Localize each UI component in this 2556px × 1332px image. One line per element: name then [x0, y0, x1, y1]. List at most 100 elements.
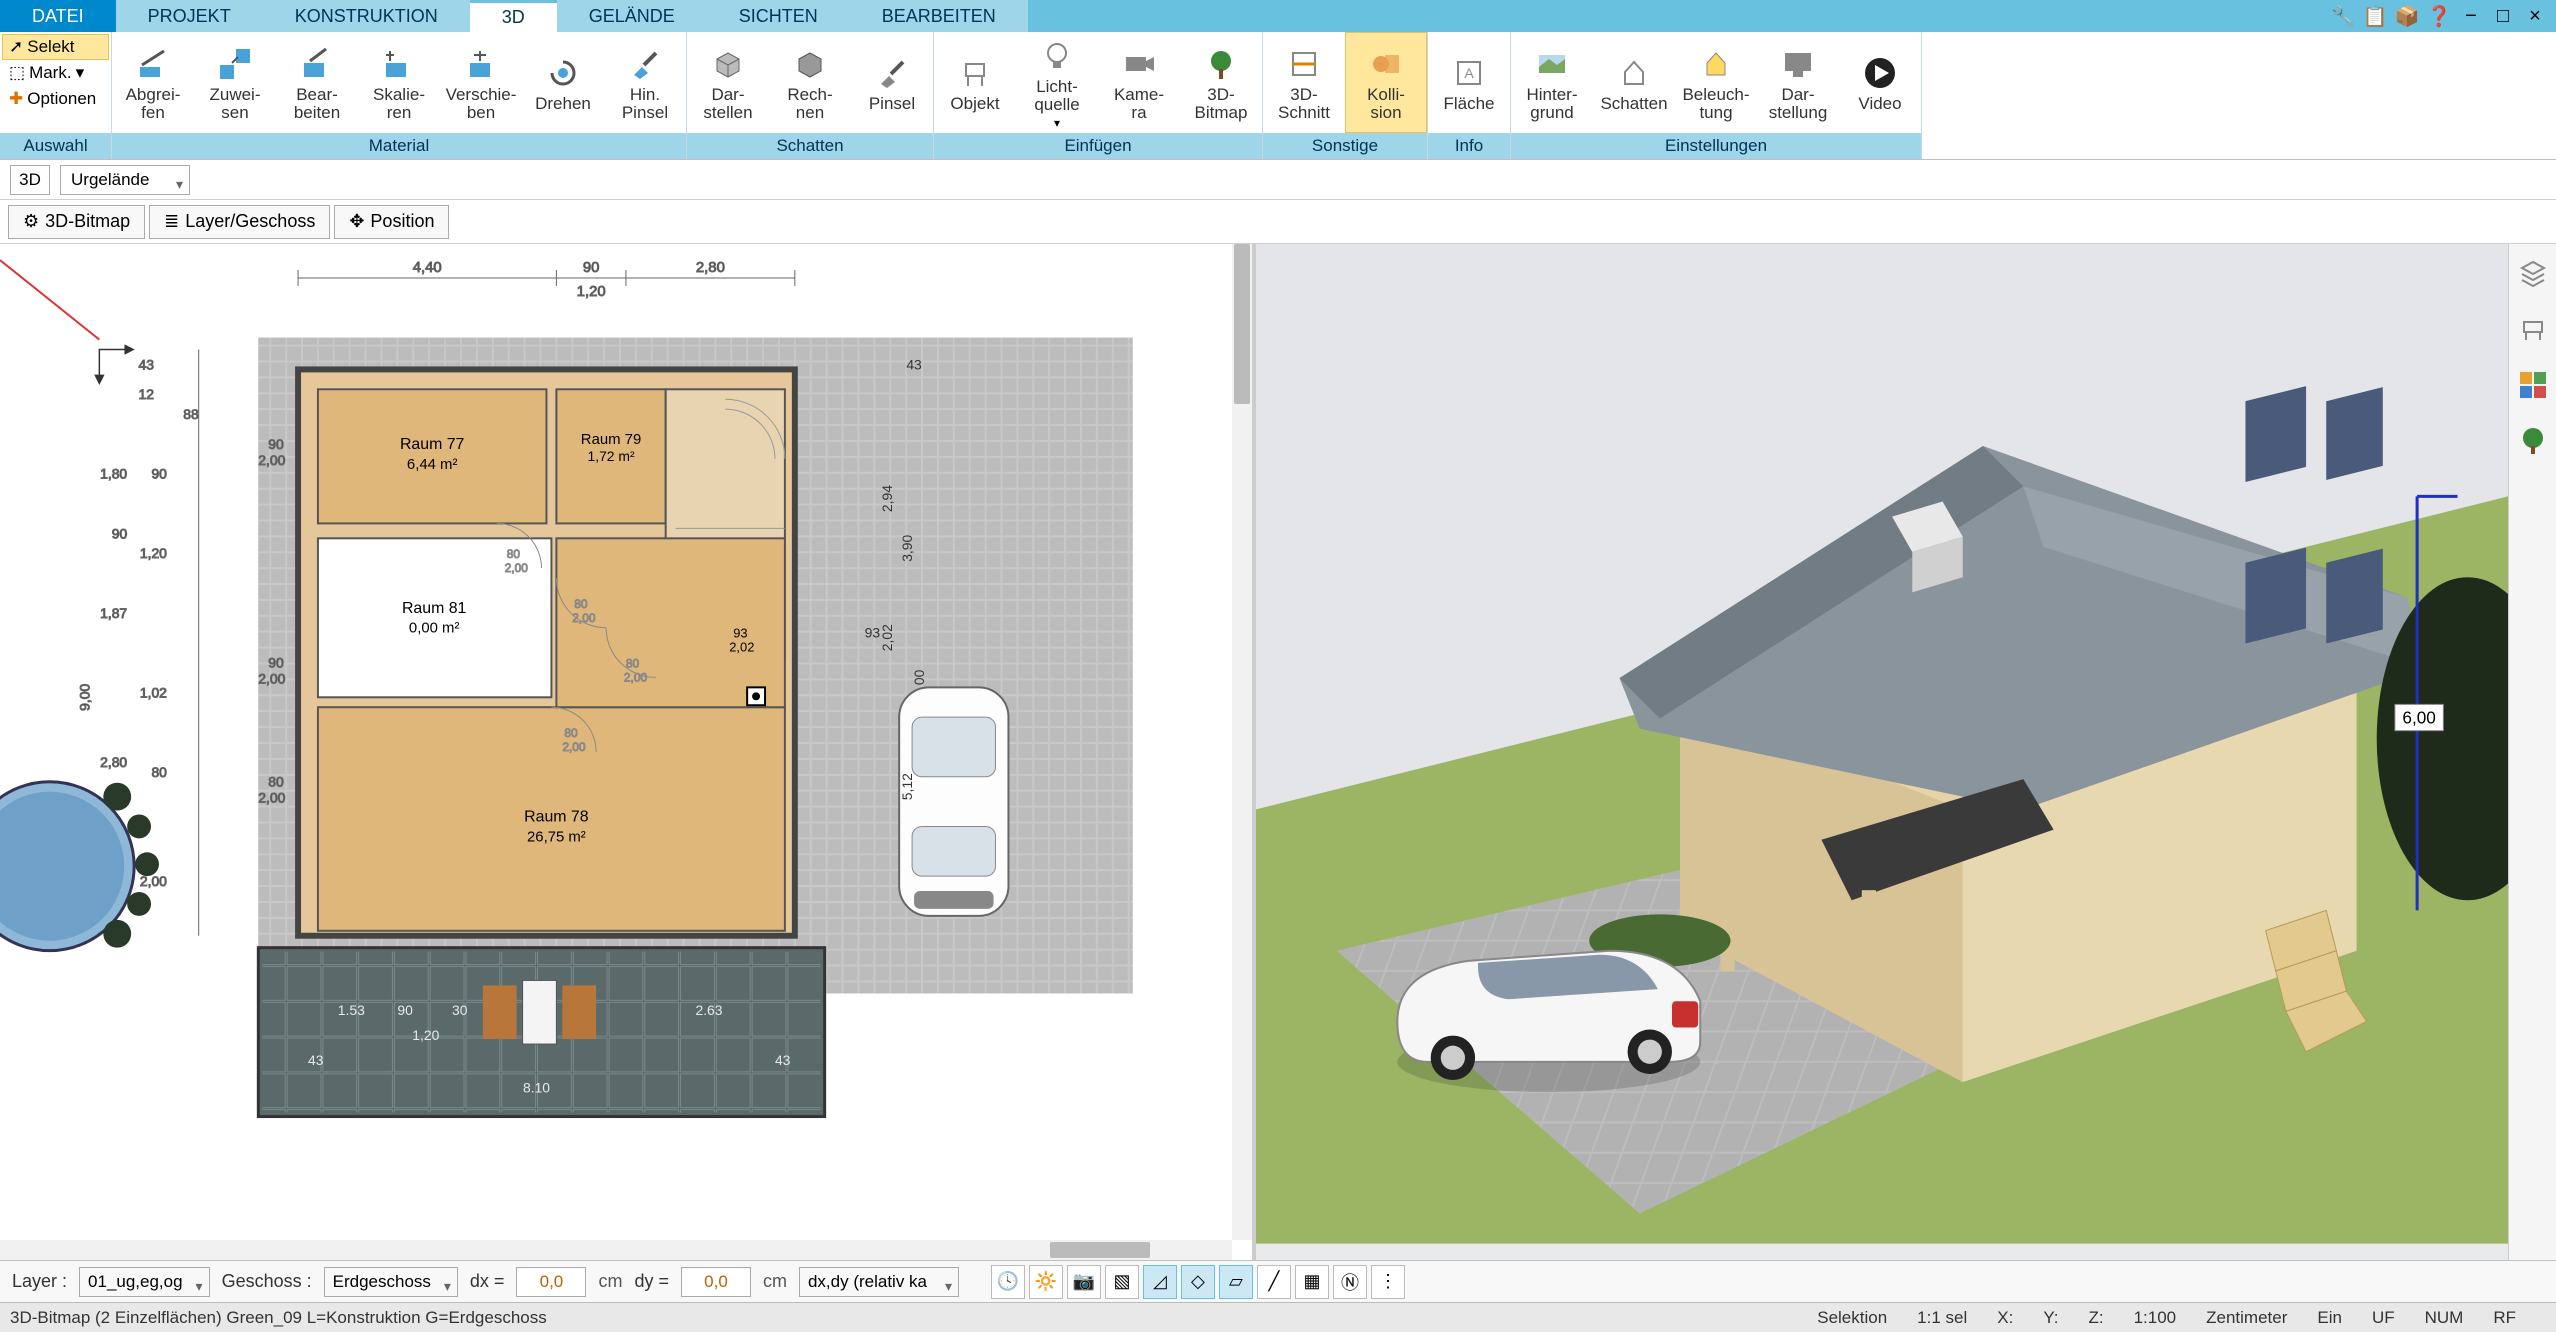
svg-text:1,20: 1,20	[577, 284, 606, 300]
optionen-button[interactable]: ✚Optionen	[2, 86, 109, 112]
more-icon[interactable]: ⋮	[1371, 1265, 1405, 1299]
layers-toggle-icon[interactable]: ▧	[1105, 1265, 1139, 1299]
svg-text:43: 43	[906, 356, 922, 372]
bottom-toolbar: Layer : 01_ug,eg,og Geschoss : Erdgescho…	[0, 1260, 2556, 1302]
camera-snap-icon[interactable]: 📷	[1067, 1265, 1101, 1299]
darstellung-button[interactable]: Dar-stellung	[1757, 32, 1839, 133]
status-x: X:	[1997, 1308, 2013, 1328]
menu-tab-bearbeiten[interactable]: BEARBEITEN	[850, 0, 1028, 32]
menu-tab-sichten[interactable]: SICHTEN	[707, 0, 850, 32]
svg-text:90: 90	[268, 654, 284, 670]
layer-geschoss-option[interactable]: ≣Layer/Geschoss	[149, 205, 330, 239]
3d-bitmap-option[interactable]: ⚙3D-Bitmap	[8, 205, 145, 239]
abgreifen-button[interactable]: Abgrei-fen	[112, 32, 194, 133]
snap-edge-icon[interactable]: ╱	[1257, 1265, 1291, 1299]
flaeche-button[interactable]: AFläche	[1428, 32, 1510, 133]
status-z: Z:	[2088, 1308, 2103, 1328]
scrollbar-horizontal[interactable]	[0, 1240, 1232, 1260]
svg-text:Raum 78: Raum 78	[524, 808, 589, 825]
verschieben-button[interactable]: Verschie-ben	[440, 32, 522, 133]
svg-text:43: 43	[308, 1052, 324, 1068]
svg-text:2,00: 2,00	[258, 790, 285, 806]
schatten-einst-button[interactable]: Schatten	[1593, 32, 1675, 133]
menu-tab-projekt[interactable]: PROJEKT	[116, 0, 263, 32]
shadow-house-icon	[1614, 53, 1654, 93]
svg-text:80: 80	[507, 547, 521, 561]
floorplan-viewport[interactable]: 4,40 90 1,20 2,80 Raum 77 6,44 m² Raum 7…	[0, 244, 1256, 1260]
svg-text:80: 80	[626, 656, 640, 670]
svg-text:00: 00	[911, 669, 927, 685]
zuweisen-button[interactable]: Zuwei-sen	[194, 32, 276, 133]
box-icon[interactable]: 📦	[2394, 3, 2420, 29]
drehen-button[interactable]: Drehen	[522, 32, 604, 133]
mode-3d-badge[interactable]: 3D	[10, 165, 50, 195]
menu-tab-datei[interactable]: DATEI	[0, 0, 116, 32]
clock-icon[interactable]: 🕓	[991, 1265, 1025, 1299]
svg-text:8.10: 8.10	[523, 1080, 550, 1096]
geschoss-dropdown[interactable]: Erdgeschoss	[324, 1267, 458, 1297]
furniture-panel-icon[interactable]	[2516, 312, 2550, 346]
plus-icon: ✚	[9, 89, 23, 109]
scrollbar-vertical[interactable]	[1232, 244, 1252, 1240]
svg-text:2,80: 2,80	[696, 260, 725, 276]
snap-angle-icon[interactable]: ◿	[1143, 1265, 1177, 1299]
sun-icon[interactable]: 🔆	[1029, 1265, 1063, 1299]
kollision-button[interactable]: Kolli-sion	[1345, 32, 1427, 133]
cube-icon	[708, 44, 748, 84]
tool-icon[interactable]: 🔧	[2330, 3, 2356, 29]
grid-icon[interactable]: ▦	[1295, 1265, 1329, 1299]
kamera-button[interactable]: Kame-ra	[1098, 32, 1180, 133]
dx-input[interactable]	[516, 1267, 586, 1297]
coord-mode-dropdown[interactable]: dx,dy (relativ ka	[799, 1267, 959, 1297]
selekt-button[interactable]: ➚Selekt	[2, 34, 109, 60]
maximize-icon[interactable]: □	[2490, 3, 2516, 29]
pinsel-button[interactable]: Pinsel	[851, 32, 933, 133]
tree-icon	[1201, 44, 1241, 84]
camera-icon	[1119, 44, 1159, 84]
svg-text:2,00: 2,00	[562, 740, 586, 754]
ribbon: ➚Selekt ⬚Mark.▾ ✚Optionen Auswahl Abgrei…	[0, 32, 2556, 160]
bearbeiten-button[interactable]: Bear-beiten	[276, 32, 358, 133]
svg-text:43: 43	[775, 1052, 791, 1068]
3d-bitmap-button[interactable]: 3D-Bitmap	[1180, 32, 1262, 133]
dy-input[interactable]	[681, 1267, 751, 1297]
hinpinsel-button[interactable]: Hin.Pinsel	[604, 32, 686, 133]
hintergrund-button[interactable]: Hinter-grund	[1511, 32, 1593, 133]
play-icon	[1860, 53, 1900, 93]
svg-text:1,20: 1,20	[140, 545, 167, 561]
position-option[interactable]: ✥Position	[334, 205, 449, 239]
brush-icon	[625, 44, 665, 84]
menu-tab-3d[interactable]: 3D	[470, 0, 557, 32]
svg-text:1,80: 1,80	[100, 466, 127, 482]
snap-point-icon[interactable]: ◇	[1181, 1265, 1215, 1299]
layer-dropdown[interactable]: 01_ug,eg,og	[79, 1267, 210, 1297]
minimize-icon[interactable]: −	[2458, 3, 2484, 29]
plants-panel-icon[interactable]	[2516, 424, 2550, 458]
video-button[interactable]: Video	[1839, 32, 1921, 133]
window-controls: 🔧 📋 📦 ❓ − □ ×	[2322, 0, 2556, 32]
svg-text:2,02: 2,02	[879, 624, 895, 651]
layers-panel-icon[interactable]	[2516, 256, 2550, 290]
help-icon[interactable]: ❓	[2426, 3, 2452, 29]
svg-text:1,20: 1,20	[412, 1027, 439, 1043]
clipboard-icon[interactable]: 📋	[2362, 3, 2388, 29]
darstellen-button[interactable]: Dar-stellen	[687, 32, 769, 133]
svg-text:80: 80	[574, 597, 588, 611]
node-icon[interactable]: Ⓝ	[1333, 1265, 1367, 1299]
svg-text:90: 90	[397, 1002, 413, 1018]
3d-schnitt-button[interactable]: 3D-Schnitt	[1263, 32, 1345, 133]
beleuchtung-button[interactable]: Beleuch-tung	[1675, 32, 1757, 133]
menu-tab-gelaende[interactable]: GELÄNDE	[557, 0, 707, 32]
menu-tab-konstruktion[interactable]: KONSTRUKTION	[263, 0, 470, 32]
mark-button[interactable]: ⬚Mark.▾	[2, 60, 109, 86]
area-icon: A	[1449, 53, 1489, 93]
lichtquelle-button[interactable]: Licht-quelle▾	[1016, 32, 1098, 133]
3d-viewport[interactable]: 6,00	[1256, 244, 2508, 1260]
objekt-button[interactable]: Objekt	[934, 32, 1016, 133]
terrain-dropdown[interactable]: Urgelände	[60, 165, 190, 195]
materials-panel-icon[interactable]	[2516, 368, 2550, 402]
skalieren-button[interactable]: Skalie-ren	[358, 32, 440, 133]
snap-plane-icon[interactable]: ▱	[1219, 1265, 1253, 1299]
close-icon[interactable]: ×	[2522, 3, 2548, 29]
rechnen-button[interactable]: Rech-nen	[769, 32, 851, 133]
